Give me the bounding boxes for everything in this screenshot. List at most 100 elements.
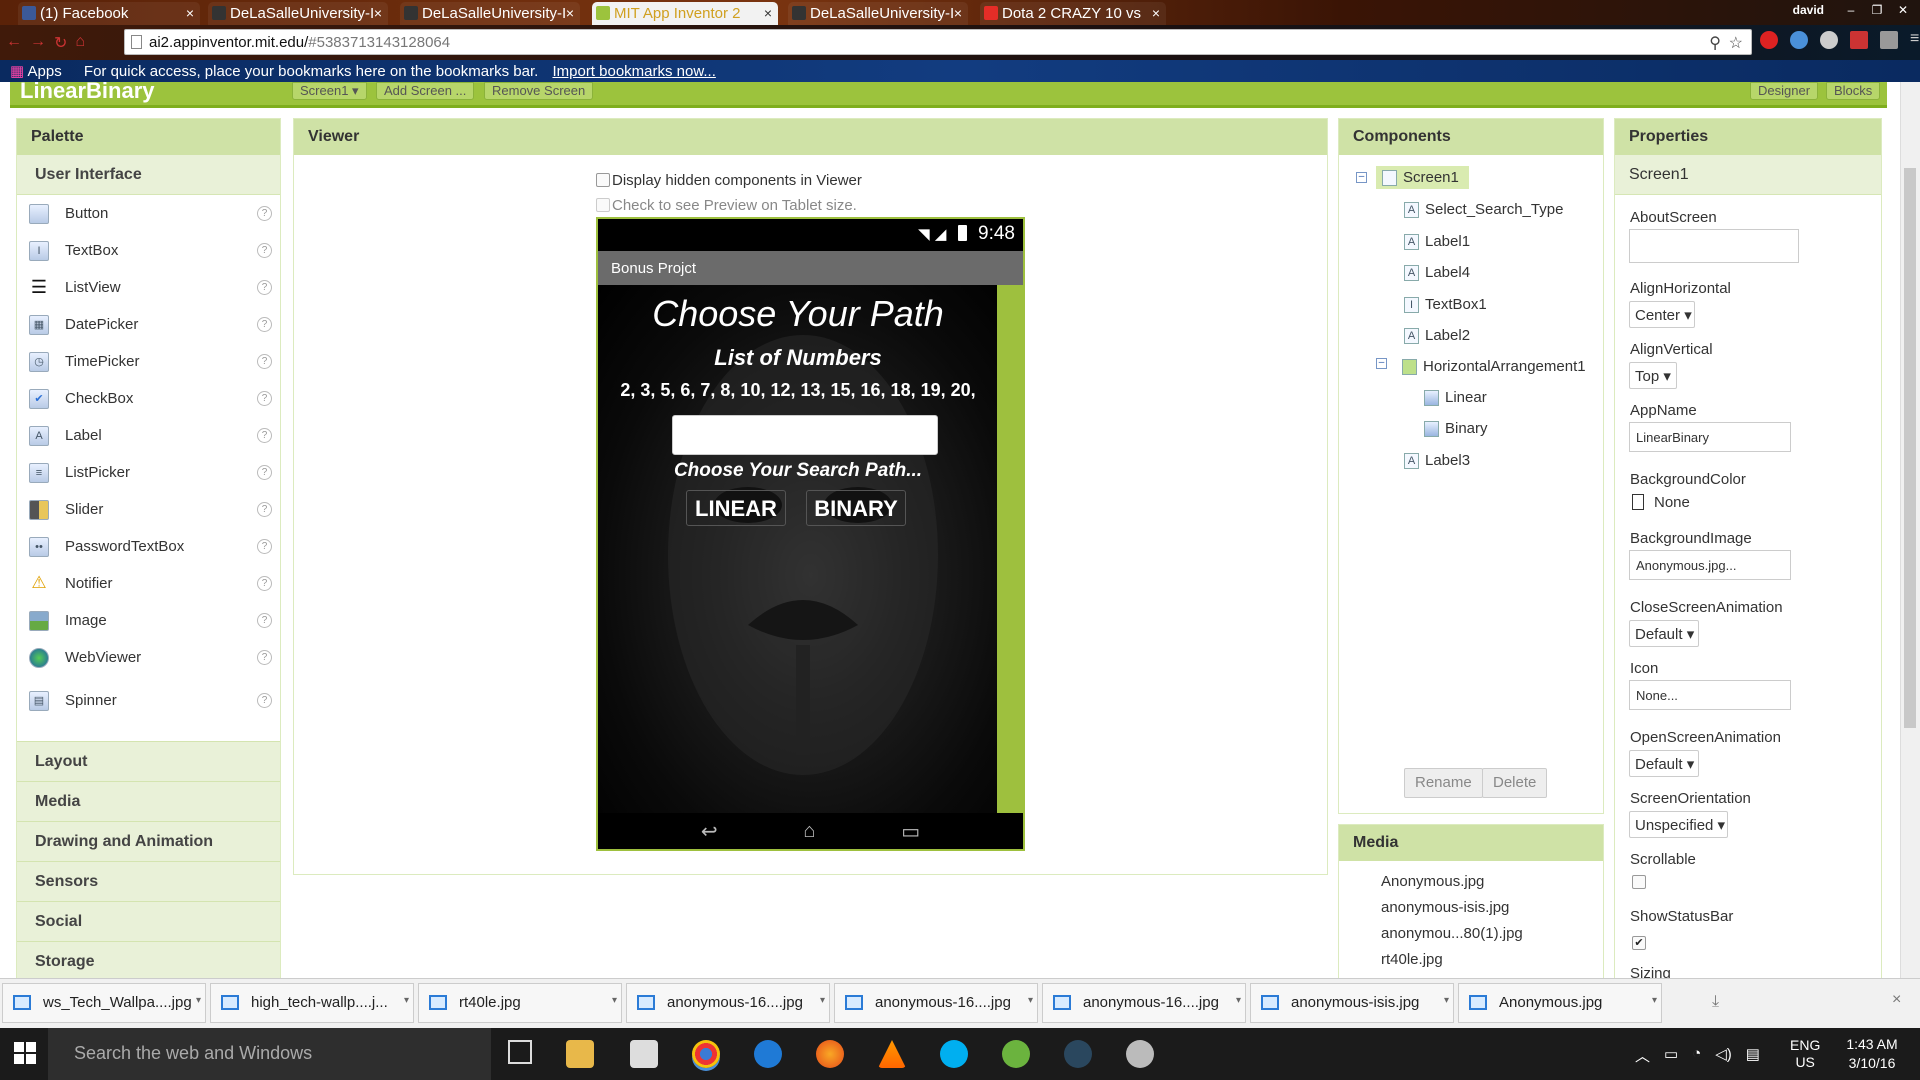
browser-tab-youtube[interactable]: Dota 2 CRAZY 10 vs × bbox=[980, 2, 1166, 25]
tree-node-screen1[interactable]: Screen1 bbox=[1376, 166, 1469, 189]
tree-node-label1[interactable]: A Label1 bbox=[1404, 233, 1470, 250]
home-icon[interactable]: ⌂ bbox=[803, 820, 815, 843]
media-file[interactable]: anonymous-isis.jpg bbox=[1381, 895, 1603, 921]
linear-button[interactable]: LINEAR bbox=[686, 490, 786, 526]
tree-node-textbox1[interactable]: I TextBox1 bbox=[1404, 296, 1487, 313]
category-drawing-and-animation[interactable]: Drawing and Animation bbox=[17, 821, 280, 861]
app-icon[interactable] bbox=[1126, 1040, 1154, 1068]
category-sensors[interactable]: Sensors bbox=[17, 861, 280, 901]
help-icon[interactable]: ? bbox=[257, 317, 272, 332]
help-icon[interactable]: ? bbox=[257, 391, 272, 406]
palette-item-label[interactable]: A Label? bbox=[17, 417, 280, 454]
screen-dropdown[interactable]: Screen1 ▾ bbox=[292, 82, 367, 100]
hidden-components-option[interactable]: Display hidden components in Viewer bbox=[596, 172, 862, 189]
minimize-icon[interactable]: – bbox=[1840, 3, 1862, 17]
download-item[interactable]: ws_Tech_Wallpa....jpg ▾ bbox=[2, 983, 206, 1023]
volume-icon[interactable]: ◁) bbox=[1715, 1045, 1732, 1066]
download-item[interactable]: anonymous-16....jpg ▾ bbox=[834, 983, 1038, 1023]
clock[interactable]: 1:43 AM 3/10/16 bbox=[1840, 1035, 1904, 1073]
palette-item-webviewer[interactable]: WebViewer? bbox=[17, 639, 280, 676]
palette-item-datepicker[interactable]: ▦ DatePicker? bbox=[17, 306, 280, 343]
help-icon[interactable]: ? bbox=[257, 465, 272, 480]
page-scrollbar-thumb[interactable] bbox=[1904, 168, 1916, 728]
help-icon[interactable]: ? bbox=[257, 428, 272, 443]
tablet-preview-checkbox[interactable] bbox=[596, 198, 610, 212]
help-icon[interactable]: ? bbox=[257, 502, 272, 517]
restore-icon[interactable]: ❐ bbox=[1866, 3, 1888, 17]
close-tab-icon[interactable]: × bbox=[1152, 5, 1160, 21]
input-language[interactable]: ENG US bbox=[1790, 1037, 1820, 1071]
open-screen-animation-dropdown[interactable]: Default ▾ bbox=[1629, 750, 1699, 777]
back-icon[interactable]: ↩ bbox=[701, 819, 718, 844]
help-icon[interactable]: ? bbox=[257, 206, 272, 221]
palette-item-image[interactable]: Image? bbox=[17, 602, 280, 639]
help-icon[interactable]: ? bbox=[257, 243, 272, 258]
chrome-icon[interactable] bbox=[692, 1040, 720, 1068]
close-downloads-icon[interactable]: × bbox=[1892, 991, 1901, 1009]
palette-item-spinner[interactable]: ▤ Spinner? bbox=[17, 682, 280, 719]
palette-item-listview[interactable]: ☰ ListView? bbox=[17, 269, 280, 306]
palette-item-slider[interactable]: Slider? bbox=[17, 491, 280, 528]
help-icon[interactable]: ? bbox=[257, 650, 272, 665]
close-tab-icon[interactable]: × bbox=[186, 5, 194, 21]
rename-button[interactable]: Rename bbox=[1404, 768, 1483, 798]
align-vertical-dropdown[interactable]: Top ▾ bbox=[1629, 362, 1677, 389]
chevron-down-icon[interactable]: ▾ bbox=[1444, 995, 1449, 1006]
store-icon[interactable] bbox=[630, 1040, 658, 1068]
browser-tab-facebook[interactable]: (1) Facebook × bbox=[18, 2, 200, 25]
close-tab-icon[interactable]: × bbox=[566, 5, 574, 21]
tree-node-label2[interactable]: A Label2 bbox=[1404, 327, 1470, 344]
extension-icon[interactable] bbox=[1820, 31, 1838, 49]
chevron-down-icon[interactable]: ▾ bbox=[196, 995, 201, 1006]
reload-icon[interactable]: ↻ bbox=[54, 33, 67, 53]
notifications-icon[interactable]: ▤ bbox=[1746, 1045, 1760, 1066]
tablet-preview-option[interactable]: Check to see Preview on Tablet size. bbox=[596, 197, 857, 214]
download-item[interactable]: anonymous-16....jpg ▾ bbox=[626, 983, 830, 1023]
user-interface-category[interactable]: User Interface bbox=[17, 155, 280, 195]
battery-icon[interactable]: ▭ bbox=[1664, 1045, 1678, 1066]
browser-tab-dlsu-2[interactable]: DeLaSalleUniversity-I × bbox=[400, 2, 580, 25]
home-icon[interactable]: ⌂ bbox=[75, 33, 85, 53]
edge-icon[interactable] bbox=[754, 1040, 782, 1068]
palette-item-textbox[interactable]: I TextBox? bbox=[17, 232, 280, 269]
menu-icon[interactable]: ≡ bbox=[1910, 31, 1920, 49]
close-window-icon[interactable]: ✕ bbox=[1892, 3, 1914, 17]
steam-icon[interactable] bbox=[1064, 1040, 1092, 1068]
about-screen-input[interactable] bbox=[1629, 229, 1799, 263]
back-icon[interactable]: ← bbox=[6, 33, 22, 53]
browser-tab-dlsu-1[interactable]: DeLaSalleUniversity-I × bbox=[208, 2, 388, 25]
zoom-icon[interactable]: ⚲ bbox=[1709, 33, 1721, 53]
import-bookmarks-link[interactable]: Import bookmarks now... bbox=[552, 63, 715, 80]
category-layout[interactable]: Layout bbox=[17, 741, 280, 781]
help-icon[interactable]: ? bbox=[257, 539, 272, 554]
blocks-button[interactable]: Blocks bbox=[1826, 82, 1881, 100]
search-textbox[interactable] bbox=[672, 415, 938, 455]
profile-name[interactable]: david bbox=[1781, 3, 1836, 17]
download-item[interactable]: rt40le.jpg ▾ bbox=[418, 983, 622, 1023]
help-icon[interactable]: ? bbox=[257, 280, 272, 295]
background-image-picker[interactable]: Anonymous.jpg... bbox=[1629, 550, 1791, 580]
help-icon[interactable]: ? bbox=[257, 613, 272, 628]
screen-orientation-dropdown[interactable]: Unspecified ▾ bbox=[1629, 811, 1728, 838]
category-storage[interactable]: Storage bbox=[17, 941, 280, 981]
binary-button[interactable]: BINARY bbox=[806, 490, 906, 526]
tree-node-select-search-type[interactable]: A Select_Search_Type bbox=[1404, 201, 1563, 218]
skype-icon[interactable] bbox=[940, 1040, 968, 1068]
download-item[interactable]: Anonymous.jpg ▾ bbox=[1458, 983, 1662, 1023]
download-item[interactable]: high_tech-wallp....j... ▾ bbox=[210, 983, 414, 1023]
tree-node-horizontal-arrangement1[interactable]: HorizontalArrangement1 bbox=[1402, 358, 1586, 375]
help-icon[interactable]: ? bbox=[257, 576, 272, 591]
show-status-bar-checkbox[interactable]: ✔ bbox=[1632, 931, 1648, 950]
network-icon[interactable]: ◔ bbox=[1692, 1045, 1701, 1066]
delete-button[interactable]: Delete bbox=[1482, 768, 1548, 798]
file-explorer-icon[interactable] bbox=[566, 1040, 594, 1068]
chevron-down-icon[interactable]: ▾ bbox=[404, 995, 409, 1006]
chevron-down-icon[interactable]: ▾ bbox=[612, 995, 617, 1006]
background-color-picker[interactable]: None bbox=[1632, 494, 1690, 511]
help-icon[interactable]: ? bbox=[257, 693, 272, 708]
media-file[interactable]: rt40le.jpg bbox=[1381, 947, 1603, 973]
extension-icon[interactable] bbox=[1850, 31, 1868, 49]
bookmark-star-icon[interactable]: ☆ bbox=[1729, 33, 1743, 53]
chevron-down-icon[interactable]: ▾ bbox=[1652, 995, 1657, 1006]
forward-icon[interactable]: → bbox=[30, 33, 46, 53]
